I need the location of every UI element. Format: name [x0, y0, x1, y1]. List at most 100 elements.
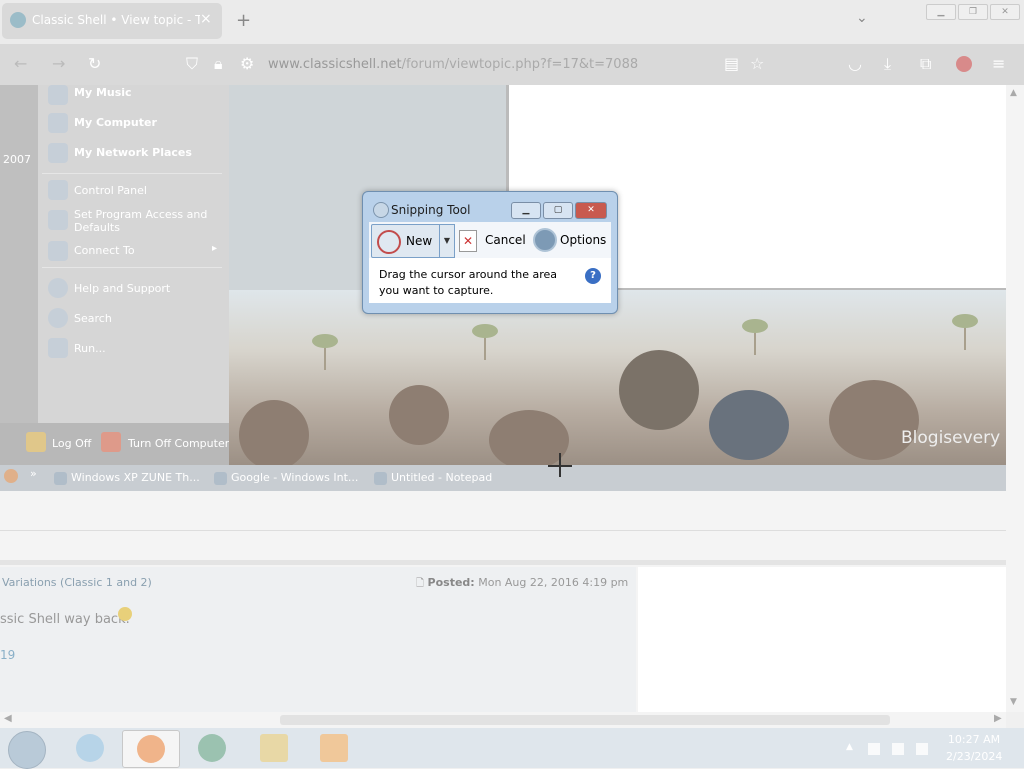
clock-date[interactable]: 2/23/2024 [946, 750, 1002, 763]
tab-title[interactable]: Classic Shell • View topic - Take [32, 13, 200, 27]
internet-explorer-icon [76, 734, 104, 762]
taskbar-internet-explorer[interactable] [62, 730, 118, 766]
back-icon[interactable]: ← [14, 54, 27, 73]
xp-task-button: Google - Windows Int... [214, 471, 358, 489]
network-icon[interactable] [892, 743, 904, 755]
xp-menu-search: Search [74, 312, 112, 325]
xp-start-menu-left-pane [0, 85, 38, 423]
post-meta: 🗋︎ Posted: Mon Aug 22, 2016 4:19 pm [416, 576, 628, 593]
cancel-icon[interactable]: ✕ [459, 230, 477, 252]
scroll-down-icon[interactable]: ▼ [1010, 697, 1017, 707]
snipping-tool-icon [373, 202, 389, 218]
xp-task-label: Windows XP ZUNE Th... [71, 471, 200, 484]
start-button[interactable] [8, 731, 46, 769]
downloads-icon[interactable]: ⤓ [884, 54, 891, 74]
clock-time[interactable]: 10:27 AM [946, 733, 1002, 746]
run-icon [48, 338, 68, 358]
snip-close-button[interactable]: ✕ [575, 202, 607, 219]
snip-maximize-button[interactable]: ▢ [543, 202, 573, 219]
taskbar-app[interactable] [184, 730, 240, 766]
pocket-icon[interactable]: ◡ [848, 54, 862, 73]
snip-options-button[interactable]: Options [560, 233, 606, 247]
tray-overflow-icon[interactable]: ▲ [846, 742, 853, 752]
year-label: 2007 [3, 153, 31, 166]
url-path: /forum/viewtopic.php?f=17&t=7088 [401, 57, 639, 72]
xp-menu-control-panel: Control Panel [74, 184, 147, 197]
permissions-icon[interactable]: ⚙ [240, 54, 254, 73]
snip-cancel-button[interactable]: Cancel [485, 233, 526, 247]
xp-menu-divider [42, 173, 222, 174]
smiley-icon [118, 607, 132, 621]
xp-log-off: Log Off [52, 437, 92, 450]
computer-icon [48, 113, 68, 133]
lock-icon[interactable]: 🔒︎ [214, 54, 223, 74]
ie-icon [214, 471, 227, 485]
xp-menu-defaults: Defaults [74, 221, 120, 234]
posted-date: Mon Aug 22, 2016 4:19 pm [478, 576, 629, 589]
chat-app-icon [198, 734, 226, 762]
network-icon [48, 143, 68, 163]
post-subject-link[interactable]: Variations (Classic 1 and 2) [2, 576, 152, 589]
ublock-icon[interactable] [956, 56, 972, 72]
post-body-text: ssic Shell way back. [0, 612, 130, 627]
palm-tree [742, 319, 768, 333]
gear-icon[interactable] [533, 228, 557, 252]
forward-icon[interactable]: → [52, 54, 65, 73]
reader-view-icon[interactable]: ▤ [724, 54, 739, 73]
horizontal-scroll-thumb[interactable] [280, 715, 890, 725]
crowd-head [709, 390, 789, 460]
taskbar-file-explorer[interactable] [246, 730, 302, 766]
notepad-icon [374, 471, 387, 485]
vertical-scrollbar[interactable] [1006, 85, 1024, 712]
window-close-button[interactable]: ✕ [990, 4, 1020, 20]
snip-new-label[interactable]: New [406, 234, 432, 248]
taskbar-media-player[interactable] [306, 730, 362, 766]
post-link[interactable]: 19 [0, 648, 15, 662]
divider [0, 560, 1006, 565]
scissors-icon [377, 230, 401, 254]
shield-icon[interactable]: ⛉ [186, 54, 198, 74]
scroll-left-icon[interactable]: ◀ [4, 713, 12, 724]
quicklaunch-chevron: » [30, 467, 37, 480]
volume-icon[interactable] [916, 743, 928, 755]
help-icon[interactable]: ? [585, 268, 601, 284]
extensions-icon[interactable]: ⧉ [920, 54, 931, 74]
turn-off-icon [101, 432, 121, 452]
xp-menu-set-program-access: Set Program Access and [74, 208, 208, 221]
restore-button[interactable]: ❐ [958, 4, 988, 20]
submenu-arrow-icon: ▸ [212, 243, 218, 254]
new-tab-button[interactable]: + [236, 10, 251, 31]
program-access-icon [48, 210, 68, 230]
crowd-photo: Blogisevery [229, 290, 1006, 470]
menu-icon[interactable]: ≡ [992, 54, 1005, 73]
xp-task-button: Untitled - Notepad [374, 471, 492, 489]
reload-icon[interactable]: ↻ [88, 54, 101, 73]
connect-to-icon [48, 241, 68, 261]
xp-menu-my-computer: My Computer [74, 116, 157, 129]
address-bar[interactable]: www.classicshell.net/forum/viewtopic.php… [268, 57, 638, 72]
taskbar-firefox[interactable] [122, 730, 180, 768]
scroll-right-icon[interactable]: ▶ [994, 713, 1002, 724]
xp-menu-connect-to: Connect To [74, 244, 135, 257]
snip-mode-dropdown[interactable]: ▼ [439, 224, 455, 258]
tab-list-button[interactable]: ⌄ [856, 10, 868, 26]
tab-close-button[interactable]: × [200, 11, 212, 27]
snipping-tool-title: Snipping Tool [391, 203, 471, 217]
crosshair-cursor-icon [559, 453, 561, 477]
flag-icon[interactable] [868, 743, 880, 755]
xp-menu-divider [42, 267, 222, 268]
scroll-up-icon[interactable]: ▲ [1010, 88, 1017, 98]
forum-post-profile-column [638, 567, 1006, 712]
palm-tree [472, 324, 498, 338]
crowd-head [829, 380, 919, 460]
xp-task-button: Windows XP ZUNE Th... [54, 471, 200, 489]
xp-menu-run: Run... [74, 342, 106, 355]
control-panel-icon [48, 180, 68, 200]
bookmark-star-icon[interactable]: ☆ [750, 54, 764, 73]
minimize-button[interactable]: ▁ [926, 4, 956, 20]
crowd-head [389, 385, 449, 445]
log-off-icon [26, 432, 46, 452]
snipping-tool-window: Snipping Tool ▁ ▢ ✕ New ▼ ✕ Cancel Optio… [362, 191, 618, 314]
snip-minimize-button[interactable]: ▁ [511, 202, 541, 219]
posted-label: Posted: [427, 576, 475, 589]
